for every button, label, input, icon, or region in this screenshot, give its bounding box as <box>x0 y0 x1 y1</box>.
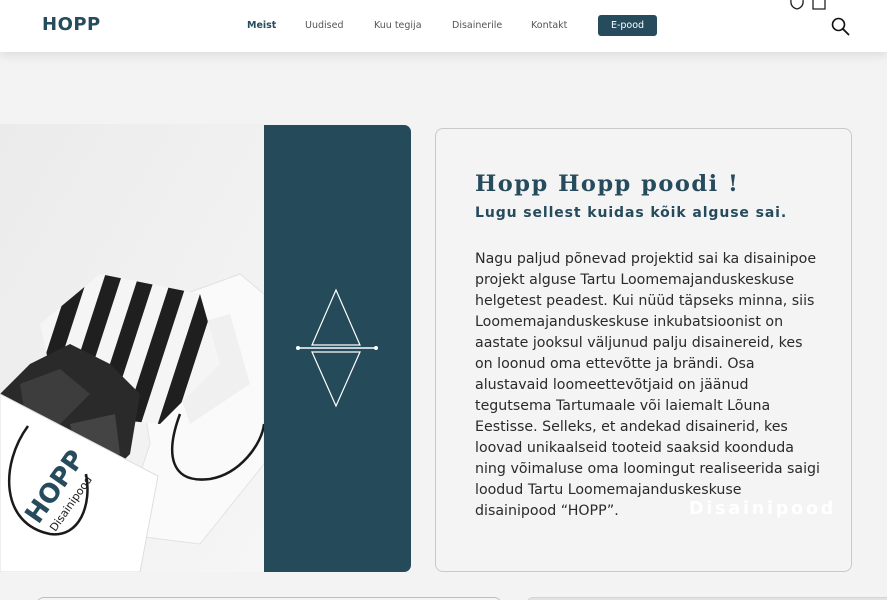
hero-photo: HOPP Disainipood <box>0 124 264 572</box>
intro-card: Hopp Hopp poodi ! Lugu sellest kuidas kõ… <box>435 128 852 572</box>
intro-body-line: Nagu paljud põnevad projektid sai ka dis… <box>475 251 817 267</box>
intro-subtitle: Lugu sellest kuidas kõik alguse sai. <box>475 205 788 221</box>
nav-item-kuu-tegija[interactable]: Kuu tegija <box>374 20 422 31</box>
nav-item-disainerile[interactable]: Disainerile <box>452 20 502 31</box>
triangle-emblem-icon <box>296 288 378 408</box>
shopping-bag-image: HOPP Disainipood <box>0 124 264 572</box>
search-icon[interactable] <box>830 16 850 36</box>
intro-body-line: tegutsema Tartumaale või laiemalt Lõuna <box>475 398 771 414</box>
intro-title: Hopp Hopp poodi ! <box>475 171 740 197</box>
nav-item-kontakt[interactable]: Kontakt <box>531 20 567 31</box>
intro-body-line: on loonud oma ettevõtte ja brändi. Osa <box>475 356 755 372</box>
intro-body-line: Eestisse. Selleks, et andekad disainerid… <box>475 419 788 435</box>
nav-item-uudised[interactable]: Uudised <box>305 20 343 31</box>
intro-body-line: loodud Tartu Loomemajanduskeskuse <box>475 482 742 498</box>
intro-body-line: loovad unikaalseid tooteid saaksid koond… <box>475 440 794 456</box>
intro-body: Nagu paljud põnevad projektid sai ka dis… <box>475 249 825 522</box>
e-pood-button[interactable]: E-pood <box>598 15 657 36</box>
intro-body-line: helgetest peadest. Kui nüüd täpseks minn… <box>475 293 815 309</box>
site-logo[interactable]: HOPP <box>42 14 101 35</box>
intro-body-line: alustavaid loomeettevõtjaid on jäänud <box>475 377 749 393</box>
disainipood-watermark: Disainipood <box>689 499 837 519</box>
intro-body-line: Loomemajanduskeskuse inkubatsioonist on <box>475 314 784 330</box>
header-utility-icons <box>790 0 826 10</box>
nav-item-meist[interactable]: Meist <box>247 20 276 31</box>
site-header: HOPP Meist Uudised Kuu tegija Disaineril… <box>0 0 887 52</box>
intro-body-line: aastate jooksul väljunud palju disainere… <box>475 335 803 351</box>
intro-body-line: projekt alguse Tartu Loomemajanduskeskus… <box>475 272 795 288</box>
cart-icon[interactable] <box>812 0 826 10</box>
intro-body-line: ning võimaluse oma loomingut realiseerid… <box>475 461 821 477</box>
decorative-panel <box>264 125 411 572</box>
heart-icon[interactable] <box>790 0 804 10</box>
